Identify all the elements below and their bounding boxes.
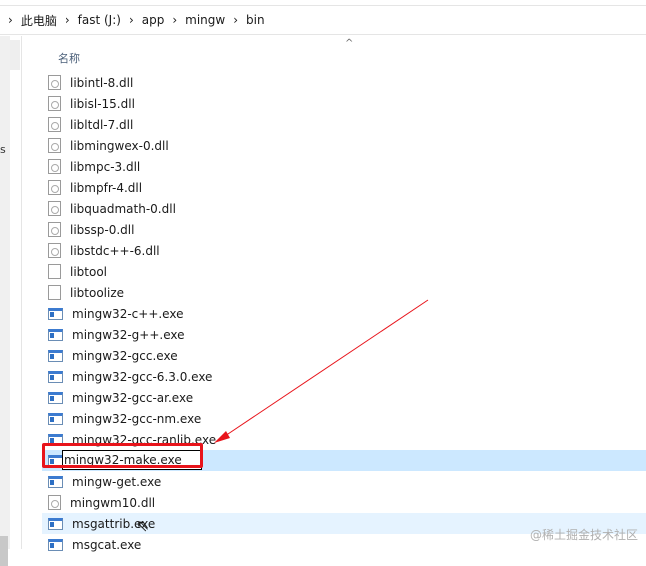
- mouse-cursor-icon: ⇖: [136, 516, 150, 535]
- watermark: @稀土掘金技术社区: [529, 528, 638, 542]
- annotation-arrow: [214, 299, 429, 443]
